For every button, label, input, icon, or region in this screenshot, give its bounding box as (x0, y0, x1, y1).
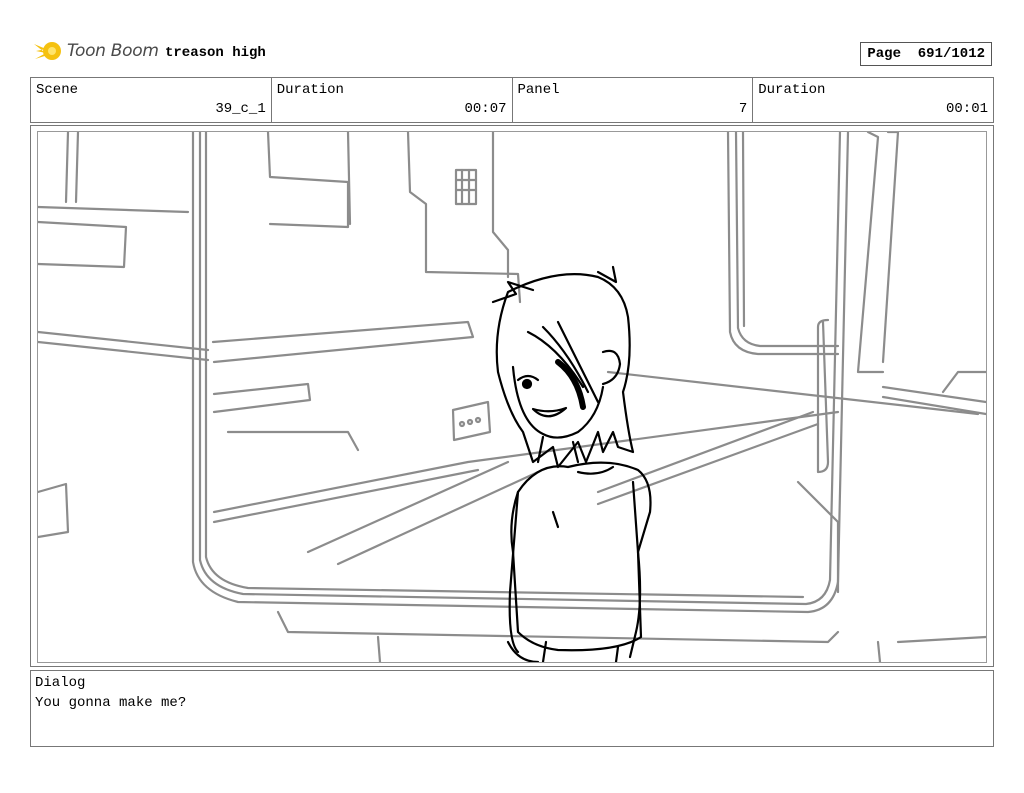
page-indicator: Page 691/1012 (860, 42, 992, 66)
scene-duration-label: Duration (276, 82, 344, 98)
panel-value: 7 (738, 101, 748, 117)
scene-cell: Scene 39_c_1 (31, 78, 272, 122)
page-label: Page (867, 46, 901, 62)
panel-info-row: Scene 39_c_1 Duration 00:07 Panel 7 Dura… (30, 77, 994, 123)
panel-duration-cell: Duration 00:01 (753, 78, 993, 122)
storyboard-header: Toon Boom treason high Page 691/1012 (30, 36, 994, 70)
scene-duration-cell: Duration 00:07 (272, 78, 513, 122)
dialog-label: Dialog (35, 675, 86, 691)
panel-duration-value: 00:01 (945, 101, 988, 117)
panel-label: Panel (517, 82, 560, 98)
logo-text: Toon Boom (67, 41, 159, 61)
scene-duration-value: 00:07 (464, 101, 507, 117)
scene-value: 39_c_1 (215, 101, 266, 117)
panel-cell: Panel 7 (513, 78, 754, 122)
background-sketch (38, 132, 986, 662)
character-sketch (491, 265, 652, 662)
page-number: 691/1012 (917, 46, 985, 62)
panel-duration-label: Duration (758, 82, 826, 98)
dialog-box: Dialog You gonna make me? (30, 670, 994, 747)
toon-boom-star-icon (34, 42, 61, 60)
dialog-text: You gonna make me? (35, 695, 187, 711)
panel-artwork (37, 131, 987, 663)
project-title: treason high (165, 45, 266, 61)
storyboard-drawing (38, 132, 986, 662)
panel-frame (30, 125, 994, 667)
toon-boom-logo: Toon Boom (32, 38, 159, 64)
scene-label: Scene (36, 82, 79, 98)
